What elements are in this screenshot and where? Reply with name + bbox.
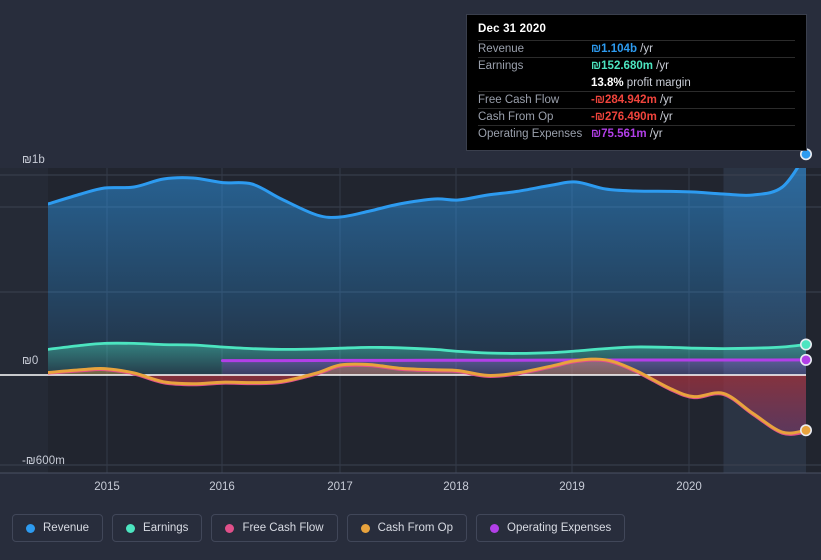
tooltip-row: Free Cash Flow -₪284.942m /yr [478,91,795,108]
tooltip-row-value: -₪276.490m /yr [591,111,673,123]
tooltip-row: Revenue ₪1.104b /yr [478,40,795,57]
tooltip-row-label: Cash From Op [478,111,554,123]
x-axis-label-2018: 2018 [443,481,469,493]
tooltip-row-value: -₪284.942m /yr [591,94,673,106]
tooltip-row: 13.8% profit margin [478,74,795,91]
legend-item-label: Operating Expenses [507,522,612,534]
x-axis-label-2020: 2020 [676,481,702,493]
tooltip-row: Cash From Op -₪276.490m /yr [478,108,795,125]
tooltip-row: Earnings ₪152.680m /yr [478,57,795,74]
legend-item-earnings[interactable]: Earnings [112,514,203,542]
legend-color-dot-icon [126,523,136,533]
legend-color-dot-icon [225,523,235,533]
tooltip-row-value: ₪152.680m /yr [591,60,669,72]
x-axis-label-2015: 2015 [94,481,120,493]
legend-item-revenue[interactable]: Revenue [12,514,104,542]
y-axis-label-neg600: -₪600m [22,455,65,467]
legend-item-label: Earnings [143,522,189,534]
chart-screen: ₪1b ₪0 -₪600m 2015 2016 2017 2018 2019 2020 D… [0,0,821,560]
legend-item-cash-from-op[interactable]: Cash From Op [346,514,468,542]
x-axis-label-2017: 2017 [327,481,353,493]
tooltip-rows: Revenue ₪1.104b /yr Earnings ₪152.680m /yr 1… [478,40,795,142]
tooltip-row-label: Free Cash Flow [478,94,560,106]
y-axis-label-1b: ₪1b [22,154,45,166]
tooltip-date: Dec 31 2020 [478,23,547,35]
legend-color-dot-icon [26,523,35,533]
tooltip-row-value: ₪1.104b /yr [591,43,653,55]
x-axis-label-2016: 2016 [209,481,235,493]
legend-item-free-cash-flow[interactable]: Free Cash Flow [211,514,338,542]
tooltip-row-value: ₪75.561m /yr [591,128,663,140]
legend-item-label: Cash From Op [377,522,454,534]
tooltip-row-label: Revenue [478,43,525,55]
tooltip-row: Operating Expenses ₪75.561m /yr [478,125,795,142]
data-tooltip: Dec 31 2020 Revenue ₪1.104b /yr Earnings ₪1… [466,14,807,151]
legend-item-operating-expenses[interactable]: Operating Expenses [476,514,626,542]
y-axis-label-zero: ₪0 [22,355,39,367]
chart-legend: Revenue Earnings Free Cash Flow Cash From O… [12,514,626,542]
legend-item-label: Revenue [43,522,90,534]
tooltip-row-label: Operating Expenses [478,128,583,140]
tooltip-row-value: 13.8% profit margin [591,76,691,89]
legend-color-dot-icon [360,523,370,533]
legend-item-label: Free Cash Flow [242,522,324,534]
tooltip-row-label: Earnings [478,60,524,72]
legend-color-dot-icon [490,523,500,533]
x-axis-label-2019: 2019 [559,481,585,493]
